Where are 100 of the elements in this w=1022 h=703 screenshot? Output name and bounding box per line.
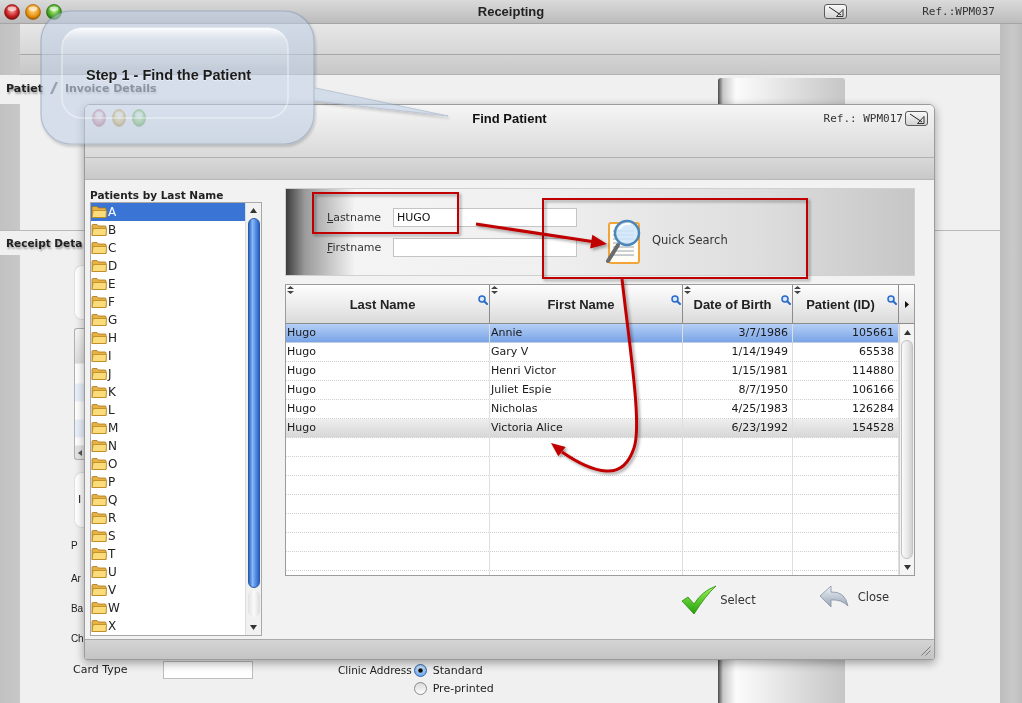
- folder-icon: [91, 223, 107, 237]
- callout-text: Step 1 - Find the Patient: [86, 66, 252, 84]
- scroll-up-icon[interactable]: [250, 208, 257, 213]
- folder-icon: [91, 295, 107, 309]
- resize-grip-icon[interactable]: [921, 646, 931, 656]
- list-item[interactable]: O: [91, 455, 245, 473]
- folder-icon: [91, 511, 107, 525]
- list-item[interactable]: T: [91, 545, 245, 563]
- folder-icon: [91, 547, 107, 561]
- table-row[interactable]: Hugo Victoria Alice 6/23/1992 154528: [286, 419, 899, 438]
- scroll-thumb[interactable]: [247, 218, 260, 588]
- form-panel: [74, 265, 84, 320]
- list-item[interactable]: E: [91, 275, 245, 293]
- list-item[interactable]: V: [91, 581, 245, 599]
- list-item[interactable]: I: [91, 347, 245, 365]
- panel-text: I: [78, 493, 82, 507]
- list-item[interactable]: Q: [91, 491, 245, 509]
- reference-code: Ref.: WPM017: [823, 111, 903, 125]
- tab[interactable]: Patiet: [6, 81, 43, 95]
- window-title: Receipting: [477, 4, 545, 19]
- folder-icon: [91, 205, 107, 219]
- dialog-title: Find Patient: [472, 110, 547, 126]
- list-item[interactable]: M: [91, 419, 245, 437]
- table-row[interactable]: Hugo Gary V 1/14/1949 65538: [286, 343, 899, 362]
- list-item[interactable]: J: [91, 365, 245, 383]
- check-icon: [681, 585, 718, 615]
- folder-icon: [91, 529, 107, 543]
- table-cell: Hugo: [286, 381, 490, 399]
- table-cell: Juliet Espie: [490, 381, 683, 399]
- radio-option[interactable]: Pre-printed: [413, 679, 494, 697]
- folder-icon: [91, 277, 107, 291]
- right-arrow-icon[interactable]: [904, 300, 909, 308]
- list-item[interactable]: D: [91, 257, 245, 275]
- table-row[interactable]: Hugo Henri Victor 1/15/1981 114880: [286, 362, 899, 381]
- list-item[interactable]: L: [91, 401, 245, 419]
- folder-icon: [91, 385, 107, 399]
- column-header[interactable]: Date of Birth: [683, 285, 793, 323]
- slash-icon: [48, 81, 59, 95]
- folder-icon: [91, 493, 107, 507]
- radio-option[interactable]: Standard: [413, 661, 494, 679]
- list-item[interactable]: R: [91, 509, 245, 527]
- scroll-down-icon[interactable]: [903, 564, 911, 570]
- list-item[interactable]: A: [91, 203, 245, 221]
- text-field[interactable]: [163, 661, 253, 679]
- field-label: Card Type: [73, 662, 129, 677]
- column-header[interactable]: First Name: [490, 285, 683, 323]
- close-icon[interactable]: [4, 3, 20, 20]
- folder-icon: [91, 457, 107, 471]
- close-button[interactable]: Close: [818, 585, 889, 609]
- window-border: [0, 24, 20, 75]
- text-field[interactable]: [393, 238, 577, 257]
- table-cell: 4/25/1983: [683, 400, 793, 418]
- table-cell: Hugo: [286, 419, 490, 437]
- folder-icon: [91, 583, 107, 597]
- select-button[interactable]: Select: [681, 585, 756, 615]
- column-header[interactable]: Patient (ID): [793, 285, 899, 323]
- table-cell: Hugo: [286, 400, 490, 418]
- field-label: Firstname: [327, 241, 383, 254]
- table-cell: Henri Victor: [490, 362, 683, 380]
- folder-icon: [91, 259, 107, 273]
- search-icon[interactable]: [478, 295, 488, 305]
- list-item[interactable]: U: [91, 563, 245, 581]
- table-cell: 3/7/1986: [683, 324, 793, 342]
- scroll-thumb[interactable]: [901, 340, 913, 559]
- search-icon[interactable]: [887, 295, 897, 305]
- table-row[interactable]: Hugo Juliet Espie 8/7/1950 106166: [286, 381, 899, 400]
- list-item[interactable]: B: [91, 221, 245, 239]
- folder-icon: [91, 601, 107, 615]
- list-title: Patients by Last Name: [90, 188, 225, 202]
- column-header[interactable]: Last Name: [286, 285, 490, 323]
- list-item[interactable]: H: [91, 329, 245, 347]
- text-field[interactable]: HUGO: [393, 208, 577, 227]
- field-label: Ba: [71, 602, 83, 616]
- scroll-down-icon[interactable]: [250, 624, 257, 630]
- sort-icon[interactable]: [287, 286, 294, 294]
- search-icon[interactable]: [671, 295, 681, 305]
- table-cell: 8/7/1950: [683, 381, 793, 399]
- column-menu-button[interactable]: [899, 285, 914, 323]
- quick-search-button[interactable]: Quick Search: [603, 215, 728, 265]
- table-cell: Annie: [490, 324, 683, 342]
- list-item[interactable]: P: [91, 473, 245, 491]
- list-item[interactable]: N: [91, 437, 245, 455]
- zoom-icon[interactable]: [46, 3, 62, 20]
- search-icon[interactable]: [781, 295, 791, 305]
- field-label: Lastname: [327, 211, 383, 224]
- scroll-left-icon[interactable]: [78, 450, 82, 456]
- list-item[interactable]: S: [91, 527, 245, 545]
- table-cell: 1/15/1981: [683, 362, 793, 380]
- scroll-up-icon[interactable]: [903, 329, 911, 335]
- table-row[interactable]: Hugo Annie 3/7/1986 105661: [286, 324, 899, 343]
- list-item[interactable]: X: [91, 617, 245, 635]
- list-item[interactable]: F: [91, 293, 245, 311]
- table-cell: Victoria Alice: [490, 419, 683, 437]
- list-item[interactable]: W: [91, 599, 245, 617]
- list-item[interactable]: G: [91, 311, 245, 329]
- list-item[interactable]: C: [91, 239, 245, 257]
- minimize-icon[interactable]: [25, 3, 41, 20]
- folder-icon: [91, 331, 107, 345]
- table-cell: 1/14/1949: [683, 343, 793, 361]
- list-item[interactable]: K: [91, 383, 245, 401]
